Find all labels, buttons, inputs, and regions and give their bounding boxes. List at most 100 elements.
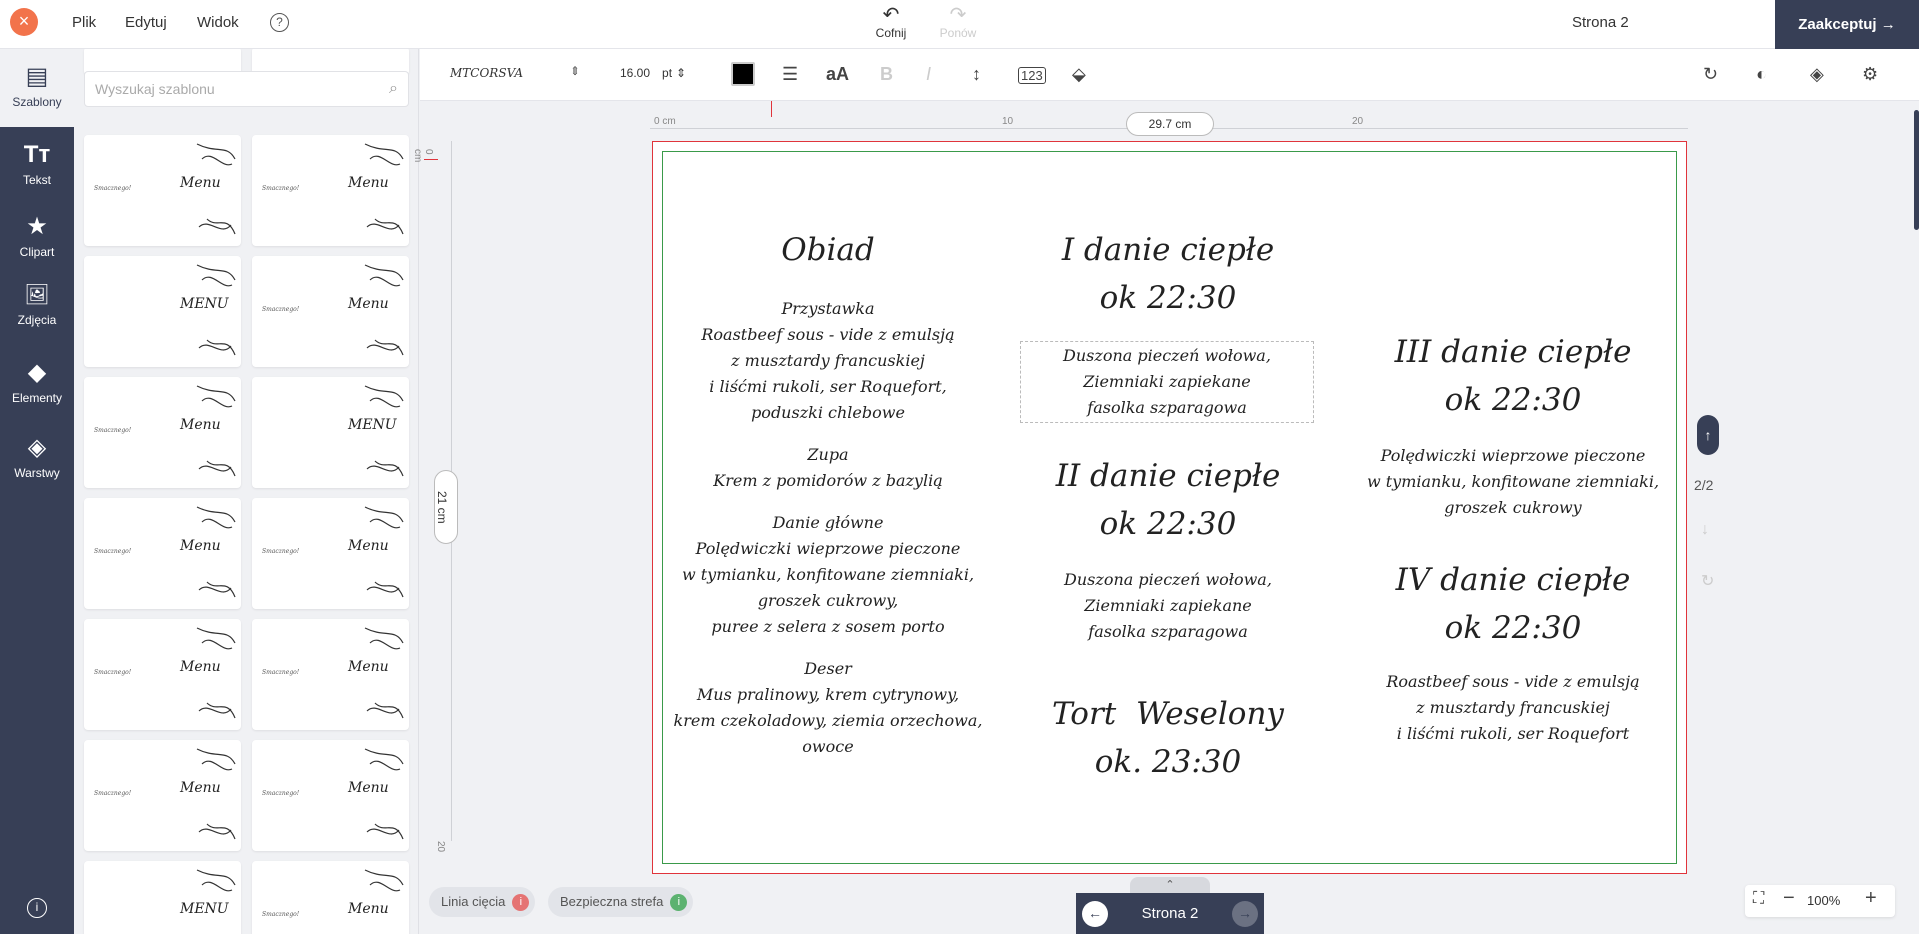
rail-item-elements[interactable]: ◆ Elementy xyxy=(0,359,74,405)
font-size-value: 16.00 xyxy=(620,66,651,80)
col1-heading[interactable]: Obiad xyxy=(653,226,1003,274)
rail-label: Elementy xyxy=(11,391,63,405)
menu-view[interactable]: Widok xyxy=(197,14,239,31)
col3-time-2[interactable]: ok 22:30 xyxy=(1338,604,1688,652)
undo-icon: ↶ xyxy=(882,4,900,26)
redo-button[interactable]: ↷ Ponów xyxy=(928,4,988,40)
numbering-icon[interactable]: 123 xyxy=(1018,67,1046,84)
font-family-select[interactable]: MTCORSVA ⇕ xyxy=(450,64,580,80)
fill-bucket-icon[interactable]: ⬙ xyxy=(1072,64,1086,85)
font-size-input[interactable]: 16.00 pt ⇕ xyxy=(620,66,686,80)
rail-item-text[interactable]: Tт Tekst xyxy=(0,141,74,187)
ruler-tick: 10 xyxy=(1002,116,1014,127)
menu-line: Przystawka xyxy=(781,299,875,318)
template-thumbnail[interactable]: Smacznego! Menu xyxy=(84,619,241,730)
help-icon[interactable]: ? xyxy=(270,13,289,32)
rail-label: Warstwy xyxy=(14,466,60,480)
col3-time-1[interactable]: ok 22:30 xyxy=(1338,376,1688,424)
zoom-in-icon[interactable]: + xyxy=(1865,887,1877,910)
rail-item-layers[interactable]: ◈ Warstwy xyxy=(0,434,74,480)
settings-sliders-icon[interactable]: ⚙ xyxy=(1862,64,1878,85)
left-rail: ▤ Szablony Tт Tekst ★ Clipart 🖼 Zdjęcia ◆ Ele… xyxy=(0,49,74,934)
template-thumbnail[interactable]: Smacznego! Menu xyxy=(252,740,409,851)
col2-time-2[interactable]: ok 22:30 xyxy=(993,500,1343,548)
col3-heading-2[interactable]: IV danie ciepłe xyxy=(1338,556,1688,604)
layer-order-icon[interactable]: ◈ xyxy=(1810,64,1824,85)
menu-line: Krem z pomidorów z bazylią xyxy=(713,471,943,490)
accept-button[interactable]: Zaakceptuj → xyxy=(1775,0,1919,49)
template-thumbnail[interactable]: Smacznego! Menu xyxy=(84,740,241,851)
floral-decoration-icon xyxy=(364,506,404,598)
menu-line: Roastbeef sous - vide z emulsją xyxy=(1386,672,1640,691)
template-thumbnail[interactable]: Smacznego! Menu xyxy=(252,256,409,367)
menu-line: Danie główne xyxy=(772,513,884,532)
rail-item-photos[interactable]: 🖼 Zdjęcia xyxy=(0,281,74,327)
template-thumbnail[interactable]: Smacznego! Menu xyxy=(252,135,409,246)
opacity-icon[interactable]: ◐ xyxy=(1756,64,1767,85)
zoom-out-icon[interactable]: − xyxy=(1783,887,1795,910)
col2-heading-2[interactable]: II danie ciepłe xyxy=(993,452,1343,500)
rail-label: Clipart xyxy=(19,245,55,259)
floral-decoration-icon xyxy=(364,264,404,356)
shapes-icon: ◆ xyxy=(27,359,47,386)
template-thumbnail[interactable]: MENU xyxy=(84,861,241,934)
zoom-level: 100% xyxy=(1807,893,1841,908)
floral-decoration-icon xyxy=(196,143,236,235)
rail-item-clipart[interactable]: ★ Clipart xyxy=(0,213,74,259)
info-icon[interactable]: i xyxy=(27,898,47,918)
col1-body[interactable]: Przystawka Roastbeef sous - vide z emulsj… xyxy=(653,296,1003,760)
col2-body-1[interactable]: Duszona pieczeń wołowa, Ziemniaki zapieka… xyxy=(1020,341,1314,423)
template-thumbnail[interactable]: MENU xyxy=(252,377,409,488)
cut-line-toggle[interactable]: Linia cięcia i xyxy=(429,887,536,917)
fullscreen-icon[interactable]: ⛶ xyxy=(1753,890,1764,908)
safe-zone-toggle[interactable]: Bezpieczna strefa i xyxy=(548,887,694,917)
rail-label: Tekst xyxy=(22,173,51,187)
col2-body-2[interactable]: Duszona pieczeń wołowa, Ziemniaki zapieka… xyxy=(993,567,1343,645)
text-case-icon[interactable]: aA xyxy=(826,64,849,85)
menu-line: fasolka szparagowa xyxy=(1088,622,1248,641)
col2-time-1[interactable]: ok 22:30 xyxy=(993,274,1343,322)
search-icon[interactable]: ⌕ xyxy=(389,80,398,98)
template-thumbnail[interactable]: Smacznego! Menu xyxy=(252,619,409,730)
zoom-control: ⛶ − 100% + xyxy=(1745,885,1895,917)
rotate-icon[interactable]: ↻ xyxy=(1703,64,1718,85)
col3-body-2[interactable]: Roastbeef sous - vide z emulsją z musztar… xyxy=(1338,669,1688,747)
template-thumbnail[interactable]: Smacznego! Menu xyxy=(84,377,241,488)
undo-button[interactable]: ↶ Cofnij xyxy=(861,4,921,40)
arrow-down-icon[interactable]: ↓ xyxy=(1701,521,1709,539)
col2-heading-3[interactable]: Tort Weselony xyxy=(993,690,1343,738)
col3-heading-1[interactable]: III danie ciepłe xyxy=(1338,328,1688,376)
text-color-swatch[interactable] xyxy=(731,62,755,86)
vertical-scrollbar[interactable] xyxy=(1914,110,1919,230)
line-height-icon[interactable]: ↕ xyxy=(972,64,981,85)
template-thumbnail[interactable]: Smacznego! Menu xyxy=(84,498,241,609)
align-center-icon[interactable]: ☰ xyxy=(782,64,798,85)
page-canvas[interactable]: Obiad Przystawka Roastbeef sous - vide z … xyxy=(652,141,1687,874)
col2-time-3[interactable]: ok. 23:30 xyxy=(993,738,1343,786)
template-greeting: Smacznego! xyxy=(262,790,300,797)
menu-line: poduszki chlebowe xyxy=(751,403,905,422)
template-thumbnail[interactable]: MENU xyxy=(84,256,241,367)
refresh-icon[interactable]: ↻ xyxy=(1701,571,1714,591)
italic-icon[interactable]: I xyxy=(926,64,931,85)
arrow-right-icon[interactable]: → xyxy=(1232,901,1258,927)
bold-icon[interactable]: B xyxy=(880,64,893,85)
menu-line xyxy=(653,426,1003,442)
chevron-up-icon: ⌃ xyxy=(1165,879,1175,891)
close-button[interactable]: × xyxy=(10,8,38,36)
arrow-up-icon[interactable]: ↑ xyxy=(1697,415,1719,455)
floral-decoration-icon xyxy=(196,506,236,598)
template-thumbnail[interactable]: Smacznego! Menu xyxy=(84,135,241,246)
search-input[interactable] xyxy=(85,72,365,106)
menu-edit[interactable]: Edytuj xyxy=(125,14,167,31)
arrow-left-icon[interactable]: ← xyxy=(1082,901,1108,927)
template-thumbnail[interactable]: Smacznego! Menu xyxy=(252,498,409,609)
col2-heading-1[interactable]: I danie ciepłe xyxy=(993,226,1343,274)
template-thumbnail[interactable]: Smacznego! Menu xyxy=(252,861,409,934)
rail-item-templates[interactable]: ▤ Szablony xyxy=(0,49,74,127)
menu-file[interactable]: Plik xyxy=(72,14,96,31)
col3-body-1[interactable]: Polędwiczki wieprzowe pieczone w tymianku… xyxy=(1338,443,1688,521)
template-search: ⌕ xyxy=(84,71,409,107)
pages-drawer-toggle[interactable]: ⌃ xyxy=(1130,877,1210,893)
format-toolbar: MTCORSVA ⇕ 16.00 pt ⇕ ☰ aA B I ↕ 123 ⬙ ↻ ◐ … xyxy=(420,49,1919,101)
